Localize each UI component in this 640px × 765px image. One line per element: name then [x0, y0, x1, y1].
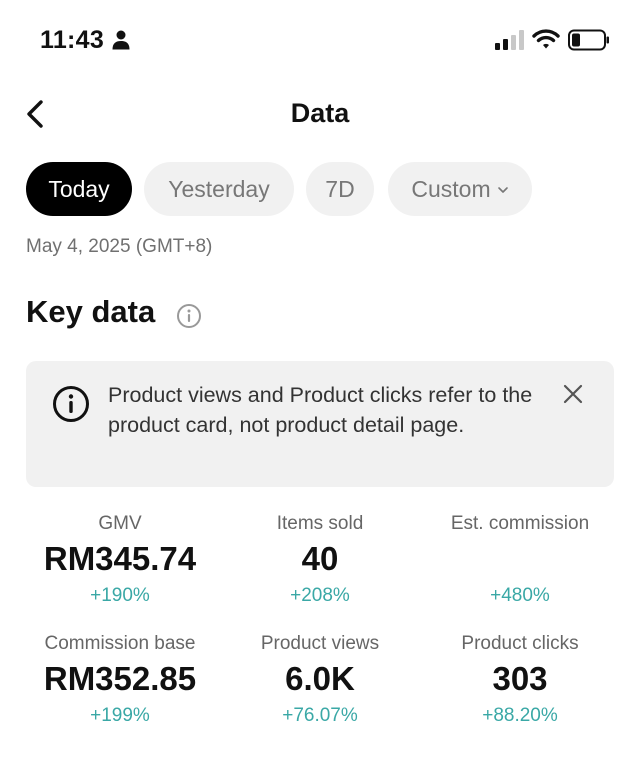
tab-yesterday[interactable]: Yesterday [144, 162, 294, 216]
metric-value: 40 [301, 540, 339, 577]
info-icon[interactable] [176, 303, 202, 329]
metric-value [420, 538, 620, 580]
metric-label: Product views [260, 633, 380, 654]
metric-value: RM352.85 [43, 660, 197, 697]
metric-label: Product clicks [461, 633, 579, 654]
section-title: Key data [26, 294, 156, 329]
metric-change: +199% [90, 705, 150, 726]
notice-banner: Product views and Product clicks refer t… [26, 361, 614, 487]
metric-commission-base[interactable]: Commission base RM352.85 +199% [20, 632, 220, 728]
close-icon[interactable] [562, 383, 584, 405]
metric-est-commission[interactable]: Est. commission +480% [420, 512, 620, 608]
metric-change: +190% [90, 585, 150, 606]
signal-icon [495, 30, 524, 50]
metric-label: Items sold [276, 513, 364, 534]
metric-change: +76.07% [282, 705, 358, 726]
metric-change: +208% [290, 585, 350, 606]
wifi-icon [532, 29, 560, 49]
chevron-down-icon [497, 187, 508, 193]
metric-label: GMV [98, 513, 142, 534]
metric-label: Commission base [44, 633, 196, 654]
status-bar: 11:43 [0, 0, 640, 80]
tab-label: Today [48, 175, 110, 202]
info-icon [53, 386, 89, 422]
tab-7d[interactable]: 7D [306, 162, 374, 216]
tab-today[interactable]: Today [26, 162, 132, 216]
tab-custom[interactable]: Custom [388, 162, 532, 216]
page-title: Data [290, 98, 350, 128]
status-time: 11:43 [40, 26, 105, 54]
metric-items-sold[interactable]: Items sold 40 +208% [220, 512, 420, 608]
metric-value: RM345.74 [43, 540, 197, 577]
date-label: May 4, 2025 (GMT+8) [26, 236, 213, 257]
tab-label: Yesterday [168, 175, 270, 202]
metric-value: 6.0K [285, 660, 355, 697]
tab-label: Custom [411, 175, 491, 202]
metric-product-views[interactable]: Product views 6.0K +76.07% [220, 632, 420, 728]
metric-label: Est. commission [450, 513, 590, 534]
metric-change: +88.20% [482, 705, 558, 726]
metric-gmv[interactable]: GMV RM345.74 +190% [20, 512, 220, 608]
tab-label: 7D [325, 175, 355, 202]
metric-value: 303 [492, 660, 548, 697]
person-icon [112, 30, 130, 50]
metric-change: +480% [490, 585, 550, 606]
battery-icon [568, 29, 609, 51]
notice-text: Product views and Product clicks refer t… [108, 383, 533, 437]
metric-product-clicks[interactable]: Product clicks 303 +88.20% [420, 632, 620, 728]
